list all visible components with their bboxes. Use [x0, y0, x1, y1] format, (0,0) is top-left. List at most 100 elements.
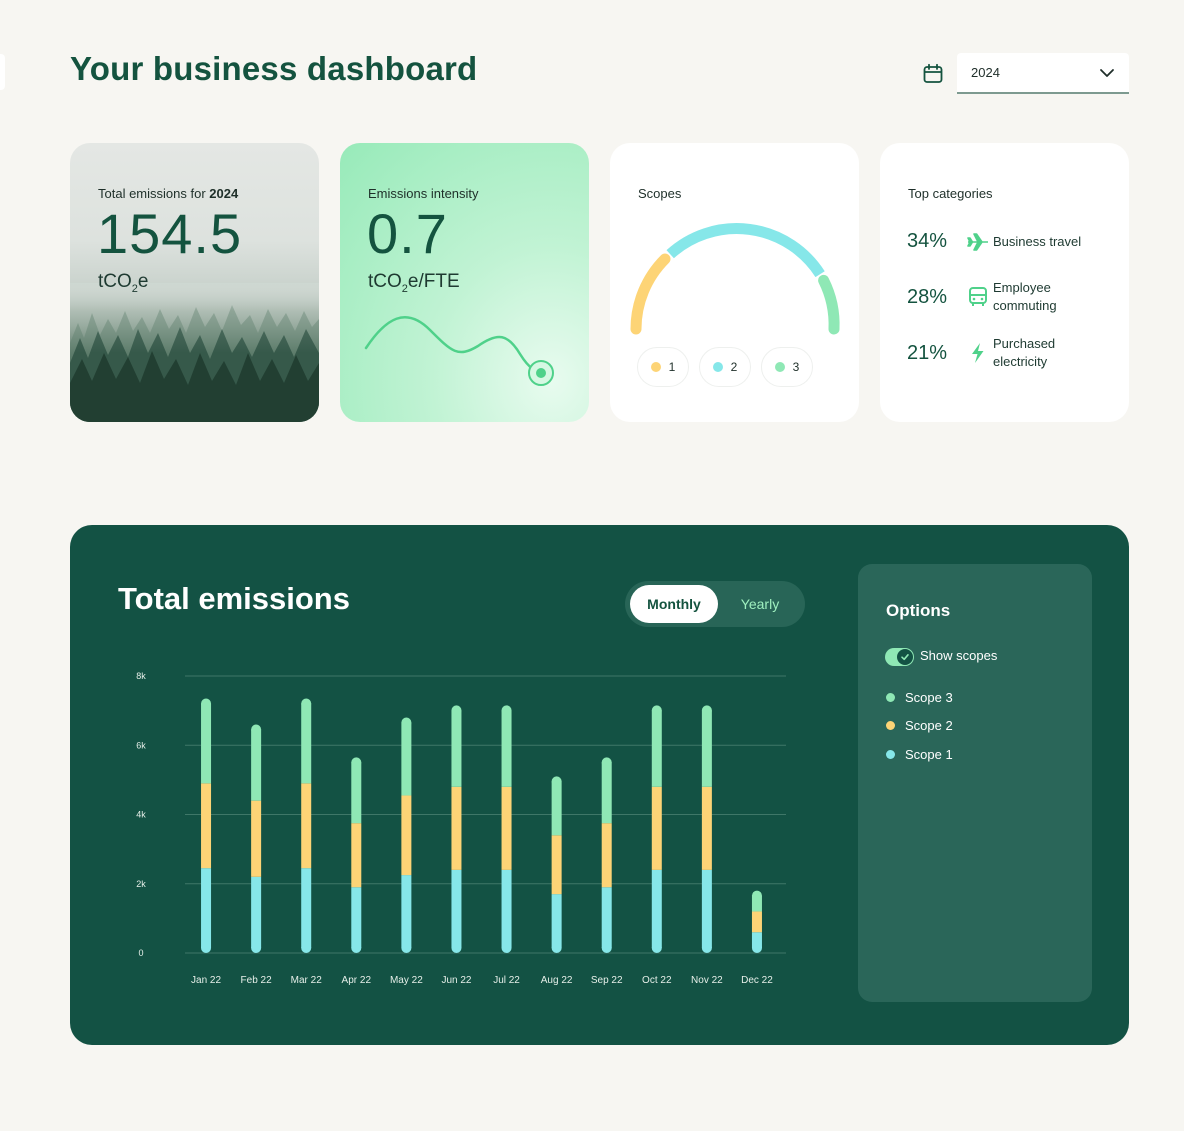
scopes-gauge: [630, 223, 840, 335]
bar-segment-scope1[interactable]: [701, 869, 712, 948]
bar-segment-scope1[interactable]: [451, 869, 462, 948]
show-scopes-switch[interactable]: [885, 648, 914, 666]
period-toggle: Monthly Yearly: [625, 581, 805, 627]
scope1-legend-dot-icon: [886, 750, 895, 759]
monthly-toggle-button[interactable]: Monthly: [630, 585, 718, 623]
legend-item-scope1[interactable]: Scope 1: [886, 747, 953, 762]
bar-segment-scope2[interactable]: [201, 783, 212, 869]
bar-segment-scope3[interactable]: [301, 703, 312, 784]
bar-cap: [651, 943, 662, 953]
bar-segment-scope2[interactable]: [401, 795, 412, 876]
bar-cap: [251, 943, 262, 953]
bar-segment-scope2[interactable]: [551, 835, 562, 895]
bar-segment-scope1[interactable]: [201, 868, 212, 948]
total-emissions-label: Total emissions for 2024: [98, 186, 239, 201]
legend-item-scope3[interactable]: Scope 3: [886, 690, 953, 705]
bar-segment-scope1[interactable]: [651, 869, 662, 948]
bar-cap: [251, 724, 262, 735]
intensity-unit: tCO2e/FTE: [368, 271, 460, 295]
bar-segment-scope1[interactable]: [351, 887, 362, 948]
bar-segment-scope3[interactable]: [201, 703, 212, 784]
bar-stack[interactable]: [651, 705, 662, 953]
bar-segment-scope1[interactable]: [551, 894, 562, 948]
bar-stack[interactable]: [451, 705, 462, 953]
category-percent: 21%: [907, 341, 948, 364]
total-emissions-title: Total emissions: [118, 581, 350, 616]
year-select-value: 2024: [971, 65, 1000, 80]
side-tab[interactable]: [0, 54, 5, 90]
x-tick-label: Feb 22: [241, 975, 273, 986]
bar-segment-scope1[interactable]: [601, 887, 612, 948]
bar-stack[interactable]: [701, 705, 712, 953]
category-name: Business travel: [993, 233, 1082, 249]
bar-segment-scope3[interactable]: [451, 710, 462, 787]
bar-segment-scope1[interactable]: [301, 868, 312, 948]
bar-segment-scope3[interactable]: [401, 722, 412, 796]
bar-segment-scope3[interactable]: [251, 729, 262, 801]
bar-stack[interactable]: [551, 776, 562, 953]
scope-pill-3[interactable]: 3: [761, 347, 813, 387]
bar-segment-scope1[interactable]: [401, 875, 412, 948]
legend-item-scope2[interactable]: Scope 2: [886, 718, 953, 733]
scope-pill-2[interactable]: 2: [699, 347, 751, 387]
scopes-card[interactable]: Scopes 1 2 3: [610, 143, 859, 422]
x-tick-label: Aug 22: [541, 975, 573, 986]
total-emissions-panel: Total emissions Monthly Yearly 0 2k 4k 6k 8k…: [70, 525, 1129, 1045]
bar-segment-scope2[interactable]: [701, 786, 712, 870]
bar-cap: [351, 943, 362, 953]
bar-stack[interactable]: [301, 698, 312, 953]
check-icon: [901, 654, 909, 661]
bar-segment-scope3[interactable]: [501, 710, 512, 787]
category-name: Purchased electricity: [993, 336, 1056, 369]
bar-stack[interactable]: [601, 757, 612, 953]
bar-segment-scope1[interactable]: [251, 876, 262, 948]
bar-segment-scope2[interactable]: [301, 783, 312, 869]
bar-stack[interactable]: [351, 757, 362, 953]
bar-segment-scope3[interactable]: [551, 781, 562, 836]
total-emissions-unit: tCO2e: [98, 271, 149, 295]
bar-segment-scope3[interactable]: [601, 762, 612, 824]
yearly-toggle-button[interactable]: Yearly: [720, 585, 800, 623]
bar-stack[interactable]: [251, 724, 262, 953]
x-tick-label: May 22: [390, 975, 423, 986]
bar-segment-scope2[interactable]: [751, 911, 762, 933]
bar-segment-scope2[interactable]: [601, 823, 612, 888]
bar-segment-scope2[interactable]: [251, 800, 262, 877]
bar-stack[interactable]: [501, 705, 512, 953]
lightning-icon: [972, 343, 984, 363]
scopes-label: Scopes: [638, 186, 682, 201]
bar-cap: [301, 943, 312, 953]
category-row[interactable]: 28% Employee commuting: [907, 279, 1103, 315]
bar-segment-scope2[interactable]: [651, 786, 662, 870]
bar-cap: [701, 943, 712, 953]
emissions-bar-chart: 0 2k 4k 6k 8k Jan 22 Feb 22 Mar 22 Apr 22 May 22 J…: [136, 671, 786, 986]
bar-segment-scope2[interactable]: [351, 823, 362, 888]
calendar-icon: [923, 63, 943, 83]
emissions-intensity-card[interactable]: Emissions intensity 0.7 tCO2e/FTE: [340, 143, 589, 422]
category-row[interactable]: 34% Business travel: [907, 230, 1103, 253]
y-tick-label: 8k: [136, 671, 146, 681]
bar-stack[interactable]: [201, 698, 212, 953]
year-select[interactable]: 2024: [957, 53, 1129, 94]
total-emissions-value: 154.5: [97, 202, 243, 265]
total-emissions-card[interactable]: Total emissions for 2024 154.5 tCO2e: [70, 143, 319, 422]
scope-pill-1[interactable]: 1: [637, 347, 689, 387]
x-tick-label: Sep 22: [591, 975, 623, 986]
chevron-down-icon: [1100, 68, 1114, 77]
x-tick-label: Oct 22: [642, 975, 672, 986]
bar-segment-scope2[interactable]: [501, 786, 512, 870]
scope3-legend-dot-icon: [886, 693, 895, 702]
category-row[interactable]: 21% Purchased electricity: [907, 335, 1103, 371]
bar-segment-scope3[interactable]: [701, 710, 712, 787]
bar-stack[interactable]: [751, 890, 762, 953]
bar-segment-scope1[interactable]: [501, 869, 512, 948]
x-tick-label: Mar 22: [291, 975, 323, 986]
bar-segment-scope3[interactable]: [351, 762, 362, 824]
bar-segment-scope3[interactable]: [651, 710, 662, 787]
bar-cap: [401, 943, 412, 953]
bar-stack[interactable]: [401, 717, 412, 953]
top-categories-card[interactable]: Top categories 34% Business travel 28% E…: [880, 143, 1129, 422]
bar-segment-scope2[interactable]: [451, 786, 462, 870]
airplane-icon: [967, 232, 988, 251]
bar-cap: [201, 698, 212, 709]
